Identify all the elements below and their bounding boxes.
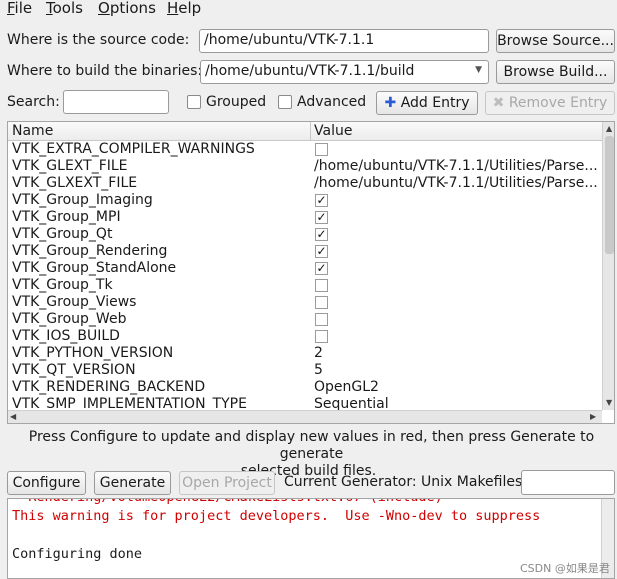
entry-value-checkbox[interactable] [315,330,328,343]
menu-help[interactable]: Help [167,0,201,17]
watermark-text: CSDN @如果是君 [520,562,610,575]
entry-name: VTK_IOS_BUILD [12,328,120,344]
build-path-value: /home/ubuntu/VTK-7.1.1/build [205,63,415,79]
source-label: Where is the source code: [7,32,190,48]
entry-value-checkbox[interactable]: ✓ [315,211,328,224]
entry-name: VTK_PYTHON_VERSION [12,345,174,361]
vertical-scrollbar[interactable]: ▲ ▼ [602,122,614,410]
entry-name: VTK_EXTRA_COMPILER_WARNINGS [12,141,255,157]
column-header-name[interactable]: Name [12,123,53,139]
grouped-checkbox[interactable] [187,95,201,109]
open-project-button[interactable]: Open Project [179,471,275,495]
scroll-up-icon[interactable]: ▲ [606,124,612,133]
table-row[interactable]: VTK_Group_Imaging ✓ [8,192,602,210]
search-input[interactable] [63,90,169,114]
horizontal-scrollbar[interactable]: ◀ ▶ [8,410,602,423]
open-project-label: Open Project [182,475,272,491]
table-row[interactable]: VTK_Group_Tk [8,277,602,295]
entry-value[interactable]: 5 [314,362,602,378]
entry-name: VTK_Group_StandAlone [12,260,177,276]
output-line: This warning is for project developers. … [12,508,541,524]
plus-icon: ✚ [384,95,397,111]
table-header: Name Value [8,122,602,141]
advanced-label: Advanced [297,94,367,110]
menu-options[interactable]: Options [98,0,156,17]
entry-name: VTK_Group_Views [12,294,137,310]
current-generator-label: Current Generator: Unix Makefiles [284,474,523,490]
generate-label: Generate [99,475,166,491]
entry-value-checkbox[interactable]: ✓ [315,228,328,241]
table-row[interactable]: VTK_Group_Rendering ✓ [8,243,602,261]
table-row[interactable]: VTK_PYTHON_VERSION 2 [8,345,602,363]
generator-extra-field[interactable] [521,470,615,495]
configure-button[interactable]: Configure [7,471,86,495]
entry-name: VTK_GLEXT_FILE [12,158,128,174]
browse-source-button[interactable]: Browse Source... [496,29,615,53]
generate-button[interactable]: Generate [94,471,171,495]
table-row[interactable]: VTK_Group_Qt ✓ [8,226,602,244]
entry-name: VTK_RENDERING_BACKEND [12,379,206,395]
remove-entry-label: Remove Entry [508,95,608,111]
chevron-down-icon[interactable]: ▼ [475,65,482,75]
entry-value[interactable]: /home/ubuntu/VTK-7.1.1/Utilities/Parse..… [314,175,602,191]
add-entry-button[interactable]: ✚ Add Entry [376,91,478,115]
browse-source-label: Browse Source... [497,33,614,49]
table-row[interactable]: VTK_Group_MPI ✓ [8,209,602,227]
configure-label: Configure [12,475,81,491]
output-line: Configuring done [12,546,143,562]
entry-value-checkbox[interactable] [315,279,328,292]
entry-name: VTK_Group_Web [12,311,127,327]
menu-bar: File Tools Options Help [0,0,617,18]
scroll-right-icon[interactable]: ▶ [590,412,596,421]
table-row[interactable]: VTK_Group_StandAlone ✓ [8,260,602,278]
add-entry-label: Add Entry [400,95,470,111]
entry-name: VTK_Group_Qt [12,226,113,242]
table-row[interactable]: VTK_RENDERING_BACKEND OpenGL2 [8,379,602,397]
build-label: Where to build the binaries: [7,63,203,79]
table-row[interactable]: VTK_QT_VERSION 5 [8,362,602,380]
entry-name: VTK_Group_MPI [12,209,121,225]
advanced-checkbox[interactable] [278,95,292,109]
cache-table: Name Value VTK_EXTRA_COMPILER_WARNINGS VT… [7,121,615,424]
table-row[interactable]: VTK_EXTRA_COMPILER_WARNINGS [8,141,602,159]
table-row[interactable]: VTK_GLEXT_FILE/home/ubuntu/VTK-7.1.1/Uti… [8,158,602,176]
source-path-input[interactable]: /home/ubuntu/VTK-7.1.1 [199,29,489,53]
entry-value-checkbox[interactable]: ✓ [315,245,328,258]
build-path-combo[interactable]: /home/ubuntu/VTK-7.1.1/build ▼ [200,60,489,84]
scroll-left-icon[interactable]: ◀ [10,412,16,421]
entry-value-checkbox[interactable]: ✓ [315,194,328,207]
grouped-label: Grouped [206,94,267,110]
entry-name: VTK_GLXEXT_FILE [12,175,138,191]
entry-value[interactable]: /home/ubuntu/VTK-7.1.1/Utilities/Parse..… [314,158,602,174]
entry-value-checkbox[interactable] [315,296,328,309]
entry-name: VTK_QT_VERSION [12,362,136,378]
table-row[interactable]: VTK_Group_Views [8,294,602,312]
menu-file[interactable]: File [7,0,32,17]
entry-value-checkbox[interactable]: ✓ [315,262,328,275]
search-label: Search: [7,94,60,110]
column-header-value[interactable]: Value [314,123,352,139]
menu-tools[interactable]: Tools [46,0,83,17]
remove-icon: ✖ [492,95,505,111]
entry-name: VTK_Group_Tk [12,277,113,293]
table-row[interactable]: VTK_GLXEXT_FILE/home/ubuntu/VTK-7.1.1/Ut… [8,175,602,193]
browse-build-label: Browse Build... [503,64,608,80]
entry-value[interactable]: 2 [314,345,602,361]
entry-value[interactable]: OpenGL2 [314,379,602,395]
entry-name: VTK_Group_Imaging [12,192,153,208]
output-line: Rendering/VolumeOpenGL2/CMakeLists.txt:6… [12,499,443,505]
table-row[interactable]: VTK_Group_Web [8,311,602,329]
browse-build-button[interactable]: Browse Build... [496,60,615,84]
entry-value-checkbox[interactable] [315,143,328,156]
vertical-scroll-thumb[interactable] [605,136,614,254]
remove-entry-button[interactable]: ✖ Remove Entry [485,91,615,115]
table-row[interactable]: VTK_IOS_BUILD [8,328,602,346]
scroll-down-icon[interactable]: ▼ [606,398,612,407]
entry-value-checkbox[interactable] [315,313,328,326]
hint-line-1: Press Configure to update and display ne… [28,429,595,462]
entry-name: VTK_Group_Rendering [12,243,168,259]
